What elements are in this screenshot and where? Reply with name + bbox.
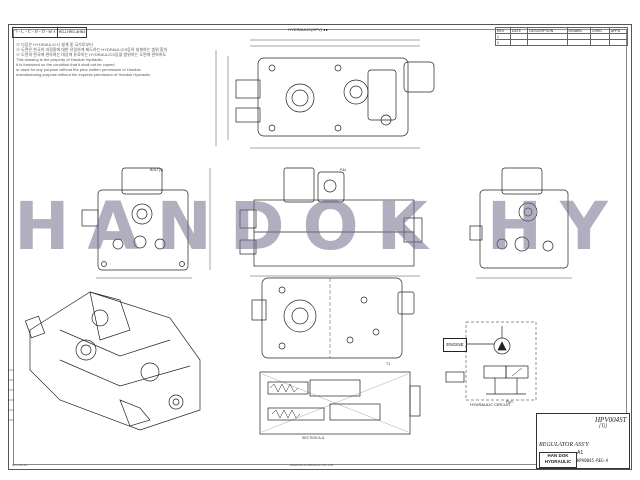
technical-drawing bbox=[8, 39, 628, 447]
border-ticks bbox=[8, 369, 14, 421]
left-view bbox=[81, 167, 192, 279]
engine-box: ENGINE bbox=[443, 338, 467, 352]
section-view bbox=[259, 371, 421, 435]
footer-center: HANDOK HYDRAULIC CO.,LTD bbox=[290, 463, 334, 467]
port-label-t1: T1 bbox=[386, 362, 391, 366]
hydraulic-circuit-caption: HYDRAULIC CIRCUIT bbox=[470, 402, 511, 407]
isometric-view bbox=[24, 291, 201, 431]
right-view bbox=[469, 167, 572, 279]
section-title: SECTION A-A bbox=[302, 436, 325, 440]
model-number: HPV004ST bbox=[595, 416, 627, 424]
footer-left: HPV-A1-2A bbox=[12, 463, 28, 467]
drawing-number: HPV0045-REG-A bbox=[577, 458, 609, 463]
model-sub: [Tj] bbox=[599, 424, 608, 429]
hydraulic-circuit bbox=[445, 321, 537, 401]
body-plan-view bbox=[251, 277, 415, 359]
sheet-size: A1 bbox=[577, 450, 584, 456]
bolt-label: BOLT(4) bbox=[150, 168, 164, 172]
top-view bbox=[215, 39, 435, 149]
title-block: HPV004ST [Tj] REGULATOR ASS'Y HAN DOK HY… bbox=[536, 413, 630, 469]
company-line-2: HYDRAULIC bbox=[544, 459, 572, 464]
front-view bbox=[209, 167, 423, 277]
company-logo: HAN DOK HYDRAULIC bbox=[539, 452, 577, 468]
part-name: REGULATOR ASS'Y bbox=[539, 442, 589, 448]
port-label-pl: P&L bbox=[340, 168, 347, 172]
